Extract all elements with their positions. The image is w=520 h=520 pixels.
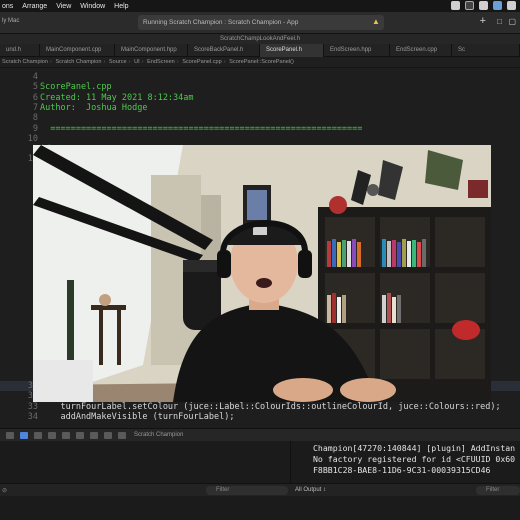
- xcode-toolbar: ly Mac Running Scratch Champion : Scratc…: [0, 12, 520, 34]
- line-number: 5: [32, 82, 38, 93]
- tab-maincomponent-cpp[interactable]: MainComponent.cpp: [40, 44, 115, 57]
- code-text: Created: 11 May 2021 8:12:34am: [40, 92, 194, 103]
- jump-segment[interactable]: ScorePanel.cpp: [182, 59, 222, 65]
- menu-item-help[interactable]: Help: [112, 3, 135, 10]
- add-icon[interactable]: +: [480, 15, 486, 27]
- scheme-destination[interactable]: ly Mac: [2, 18, 19, 24]
- code-line[interactable]: 7 Author: Joshua Hodge: [0, 103, 520, 113]
- auto-variables-icon[interactable]: ⊘: [2, 487, 7, 494]
- filter-bar: ⊘ Filter All Output ↕ Filter: [0, 483, 520, 496]
- menu-item-window[interactable]: Window: [78, 3, 112, 10]
- line-number: 9: [32, 123, 38, 134]
- line-number: 33: [27, 401, 38, 412]
- hide-debug-area-icon[interactable]: [6, 431, 14, 439]
- code-text: ========================================…: [40, 123, 363, 134]
- memory-graph-icon[interactable]: [104, 431, 112, 439]
- code-text: addAndMakeVisible (turnFourLabel);: [40, 411, 235, 422]
- menu-item-format[interactable]: ons: [0, 3, 20, 10]
- menu-bar: ons Arrange View Window Help: [0, 0, 520, 12]
- bottom-area: [0, 496, 520, 520]
- code-line[interactable]: 5 ScorePanel.cpp: [0, 82, 520, 92]
- tab-und-h[interactable]: und.h: [0, 44, 40, 57]
- activity-viewer: Running Scratch Champion : Scratch Champ…: [138, 15, 384, 30]
- code-line[interactable]: 9 ======================================…: [0, 124, 520, 134]
- breakpoints-icon[interactable]: [20, 431, 28, 439]
- pause-icon[interactable]: [34, 431, 42, 439]
- line-number: 7: [32, 102, 38, 113]
- tab-endscreen-cpp[interactable]: EndScreen.cpp: [390, 44, 452, 57]
- code-text: ScorePanel.cpp: [40, 82, 112, 93]
- inspector-icon[interactable]: ▢: [508, 17, 516, 26]
- tab-bar: und.h MainComponent.cpp MainComponent.hp…: [0, 44, 520, 57]
- webcam-video-frame: [33, 145, 491, 402]
- status-icons: [451, 1, 516, 10]
- jump-segment[interactable]: Scratch Champion: [2, 59, 48, 65]
- output-selector[interactable]: All Output ↕: [295, 487, 326, 493]
- line-number: 34: [27, 411, 38, 422]
- tab-maincomponent-hpp[interactable]: MainComponent.hpp: [115, 44, 188, 57]
- simulate-location-icon[interactable]: [118, 431, 126, 439]
- code-line[interactable]: 33 turnFourLabel.setColour (juce::Label:…: [0, 402, 520, 412]
- camera-icon[interactable]: [465, 1, 474, 10]
- console-output[interactable]: Champion[47270:140844] [plugin] AddInsta…: [290, 441, 520, 483]
- wifi-icon[interactable]: [493, 1, 502, 10]
- line-number: 4: [32, 72, 38, 82]
- jump-segment[interactable]: ScorePanel::ScorePanel(): [229, 59, 294, 65]
- menu-item-view[interactable]: View: [54, 3, 78, 10]
- window-title: ScratchChampLookAndFeel.h: [0, 34, 520, 44]
- debug-target-label: Scratch Champion: [134, 432, 184, 438]
- code-line[interactable]: 6 Created: 11 May 2021 8:12:34am: [0, 93, 520, 103]
- step-in-icon[interactable]: [62, 431, 70, 439]
- code-line[interactable]: 10: [0, 134, 520, 144]
- tab-scorebackpanel-h[interactable]: ScoreBackPanel.h: [188, 44, 260, 57]
- warning-icon[interactable]: ▲: [372, 17, 380, 26]
- code-text: turnFourLabel.setColour (juce::Label::Co…: [40, 401, 501, 412]
- console-line: No factory registered for id <CFUUID 0x6…: [313, 454, 516, 464]
- line-number: 10: [27, 133, 38, 144]
- code-text: Author: Joshua Hodge: [40, 102, 148, 113]
- webcam-overlay: [33, 145, 491, 402]
- console-line: F8BB1C28-BAE8-11D6-9C31-00039315CD46: [313, 465, 491, 475]
- variables-filter-field[interactable]: Filter: [206, 486, 288, 495]
- code-line[interactable]: 4: [0, 72, 520, 82]
- menu-item-arrange[interactable]: Arrange: [20, 3, 54, 10]
- line-number: 8: [32, 113, 38, 124]
- line-number: 6: [32, 92, 38, 103]
- jump-segment[interactable]: UI: [134, 59, 140, 65]
- settings-icon[interactable]: [479, 1, 488, 10]
- dropbox-icon[interactable]: [451, 1, 460, 10]
- step-over-icon[interactable]: [48, 431, 56, 439]
- tab-endscreen-hpp[interactable]: EndScreen.hpp: [324, 44, 390, 57]
- tab-scorepanel-h[interactable]: ScorePanel.h: [260, 44, 324, 57]
- debug-bar: Scratch Champion: [0, 428, 520, 441]
- tab-overflow[interactable]: Sc: [452, 44, 520, 57]
- library-icon[interactable]: □: [497, 17, 502, 26]
- view-hierarchy-icon[interactable]: [90, 431, 98, 439]
- console-filter-field[interactable]: Filter: [476, 486, 520, 495]
- step-out-icon[interactable]: [76, 431, 84, 439]
- console-line: Champion[47270:140844] [plugin] AddInsta…: [313, 443, 516, 453]
- jump-segment[interactable]: Scratch Champion: [55, 59, 101, 65]
- jump-bar: Scratch Champion › Scratch Champion › Sour…: [0, 57, 520, 68]
- code-line[interactable]: 8: [0, 113, 520, 123]
- jump-segment[interactable]: EndScreen: [147, 59, 175, 65]
- code-line[interactable]: 34 addAndMakeVisible (turnFourLabel);: [0, 412, 520, 422]
- jump-segment[interactable]: Source: [109, 59, 127, 65]
- battery-icon[interactable]: [507, 1, 516, 10]
